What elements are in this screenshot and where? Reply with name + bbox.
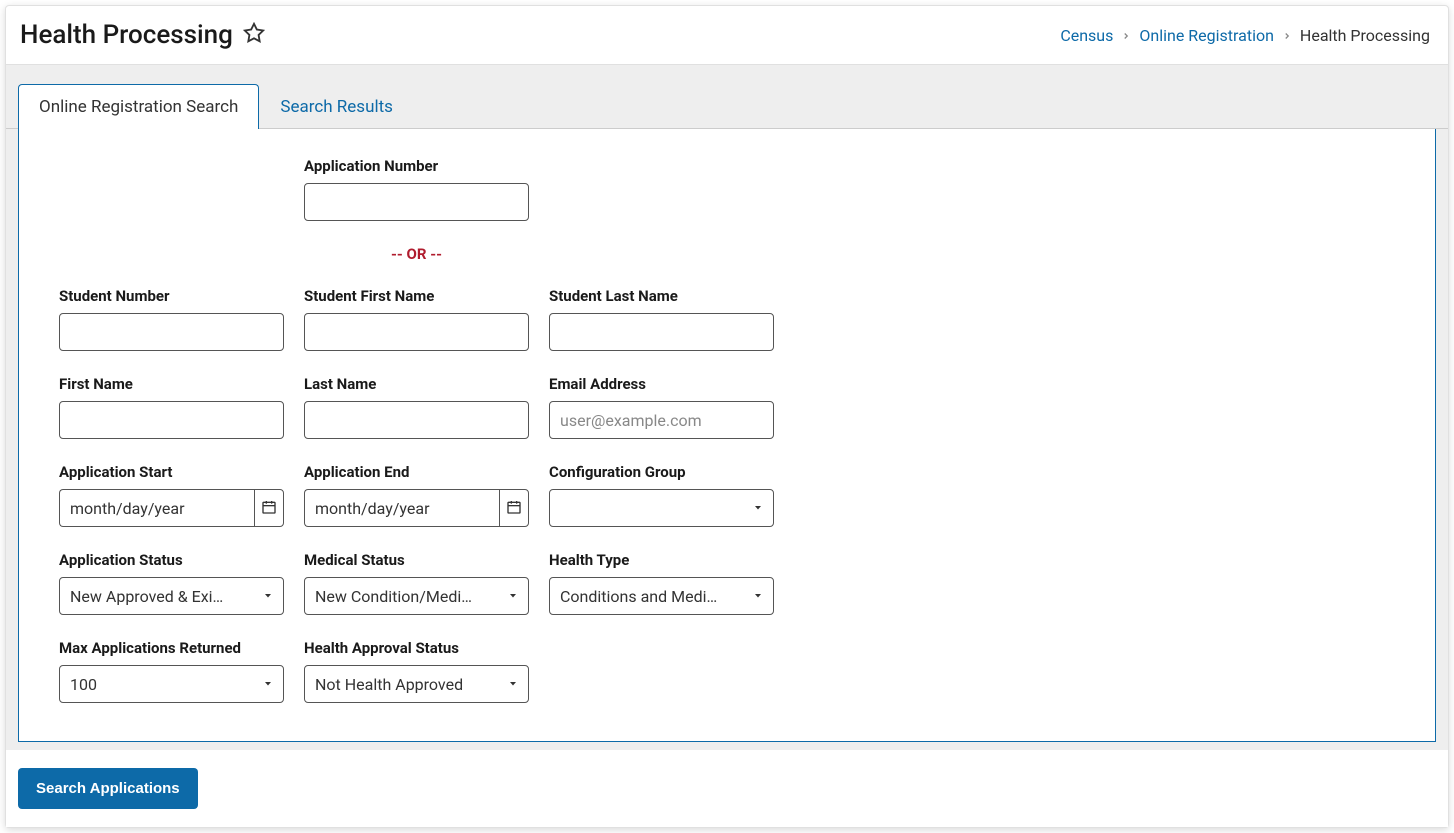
application-end-datepicker-button[interactable] xyxy=(499,489,529,527)
student-number-input[interactable] xyxy=(59,313,284,351)
email-input[interactable] xyxy=(549,401,774,439)
label-last-name: Last Name xyxy=(304,375,529,393)
student-last-name-input[interactable] xyxy=(549,313,774,351)
field-last-name: Last Name xyxy=(304,375,529,439)
label-application-end: Application End xyxy=(304,463,529,481)
field-application-end: Application End xyxy=(304,463,529,527)
field-health-approval-status: Health Approval Status xyxy=(304,639,529,703)
label-student-number: Student Number xyxy=(59,287,284,305)
health-type-select[interactable] xyxy=(549,577,774,615)
field-email: Email Address xyxy=(549,375,774,439)
health-approval-status-select[interactable] xyxy=(304,665,529,703)
or-divider: -- OR -- xyxy=(304,245,529,263)
configuration-group-select[interactable] xyxy=(549,489,774,527)
label-email: Email Address xyxy=(549,375,774,393)
medical-status-select[interactable] xyxy=(304,577,529,615)
search-applications-button[interactable]: Search Applications xyxy=(18,768,198,809)
field-application-status: Application Status xyxy=(59,551,284,615)
application-number-input[interactable] xyxy=(304,183,529,221)
label-medical-status: Medical Status xyxy=(304,551,529,569)
favorite-star-icon[interactable] xyxy=(243,22,265,48)
action-bar: Search Applications xyxy=(6,750,1448,827)
breadcrumb-current: Health Processing xyxy=(1300,26,1430,45)
field-first-name: First Name xyxy=(59,375,284,439)
field-max-applications: Max Applications Returned xyxy=(59,639,284,703)
label-max-applications: Max Applications Returned xyxy=(59,639,284,657)
field-student-number: Student Number xyxy=(59,287,284,351)
field-medical-status: Medical Status xyxy=(304,551,529,615)
breadcrumb-link-online-registration[interactable]: Online Registration xyxy=(1139,26,1274,45)
label-first-name: First Name xyxy=(59,375,284,393)
breadcrumb: Census Online Registration Health Proces… xyxy=(1060,26,1430,45)
label-health-approval-status: Health Approval Status xyxy=(304,639,529,657)
application-start-input[interactable] xyxy=(59,489,254,527)
tab-search-results[interactable]: Search Results xyxy=(259,84,414,129)
label-student-last-name: Student Last Name xyxy=(549,287,774,305)
field-configuration-group: Configuration Group xyxy=(549,463,774,527)
page-title: Health Processing xyxy=(20,20,233,50)
page-header: Health Processing Census Online Registra… xyxy=(6,6,1448,65)
label-student-first-name: Student First Name xyxy=(304,287,529,305)
tab-online-registration-search[interactable]: Online Registration Search xyxy=(18,84,259,129)
calendar-icon xyxy=(261,499,277,518)
field-student-last-name: Student Last Name xyxy=(549,287,774,351)
field-student-first-name: Student First Name xyxy=(304,287,529,351)
field-application-number: Application Number xyxy=(304,157,529,221)
label-application-number: Application Number xyxy=(304,157,529,175)
chevron-right-icon xyxy=(1282,26,1292,45)
label-application-status: Application Status xyxy=(59,551,284,569)
field-health-type: Health Type xyxy=(549,551,774,615)
first-name-input[interactable] xyxy=(59,401,284,439)
tabs: Online Registration Search Search Result… xyxy=(6,83,1448,128)
breadcrumb-link-census[interactable]: Census xyxy=(1060,26,1113,45)
student-first-name-input[interactable] xyxy=(304,313,529,351)
label-health-type: Health Type xyxy=(549,551,774,569)
application-status-select[interactable] xyxy=(59,577,284,615)
last-name-input[interactable] xyxy=(304,401,529,439)
chevron-right-icon xyxy=(1121,26,1131,45)
label-configuration-group: Configuration Group xyxy=(549,463,774,481)
field-application-start: Application Start xyxy=(59,463,284,527)
application-end-input[interactable] xyxy=(304,489,499,527)
calendar-icon xyxy=(506,499,522,518)
label-application-start: Application Start xyxy=(59,463,284,481)
application-start-datepicker-button[interactable] xyxy=(254,489,284,527)
max-applications-select[interactable] xyxy=(59,665,284,703)
search-panel: Application Number -- OR -- Student Numb… xyxy=(18,129,1436,742)
